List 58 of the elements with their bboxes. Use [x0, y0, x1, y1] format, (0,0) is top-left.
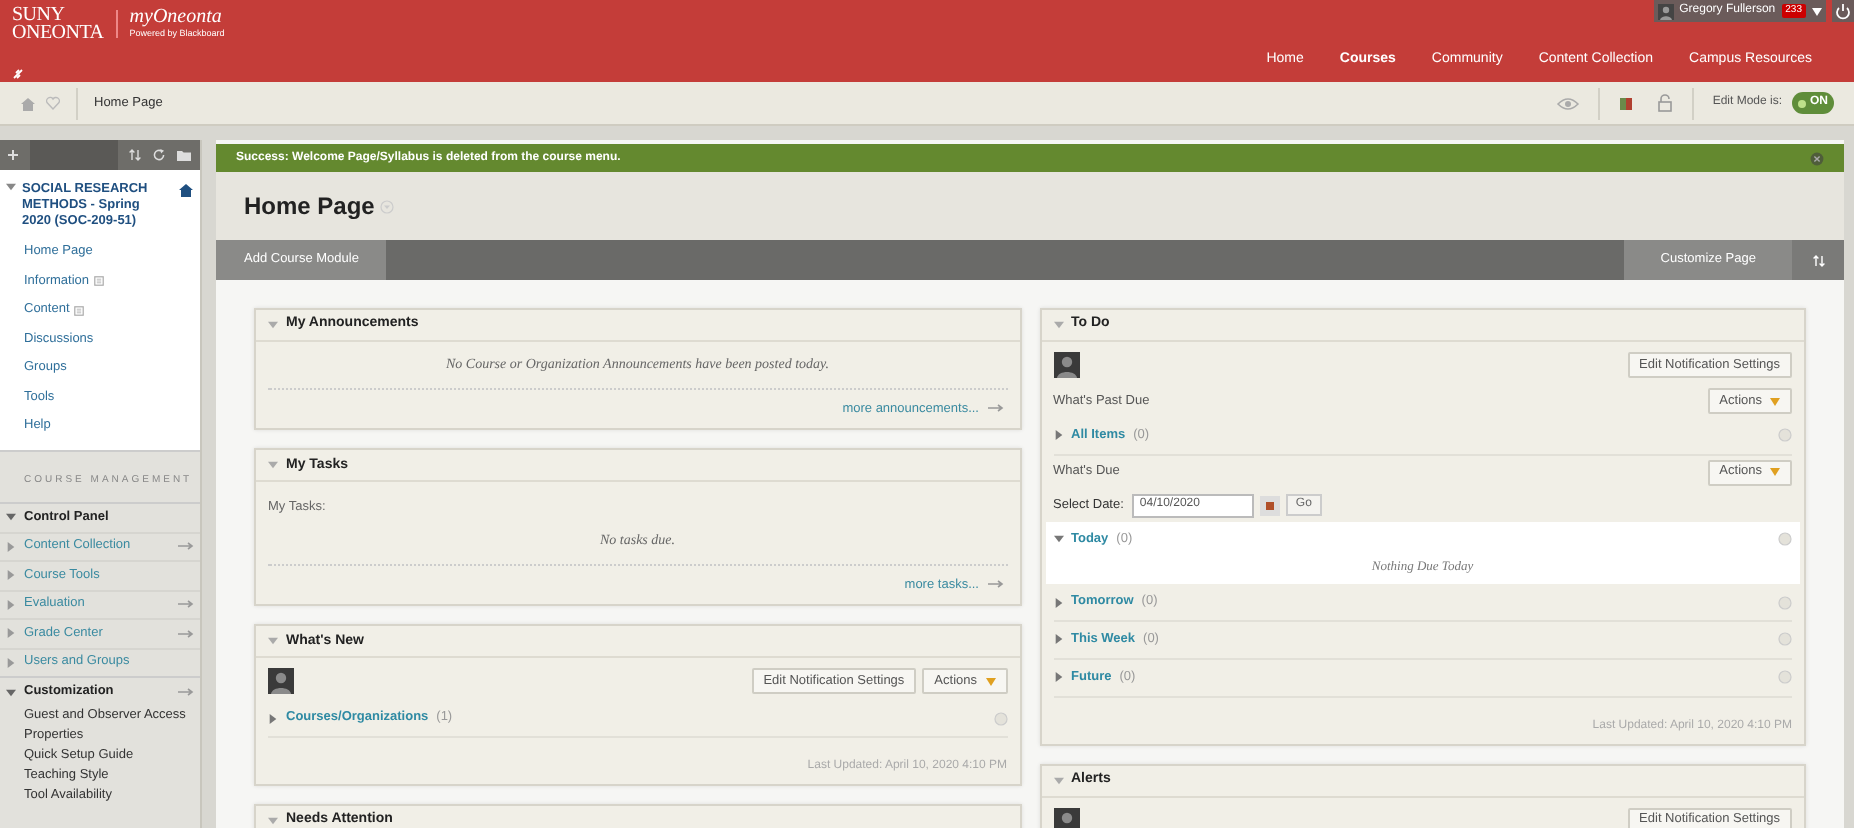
caret-icon[interactable]: [1053, 430, 1063, 441]
close-icon[interactable]: [1810, 151, 1824, 165]
power-icon[interactable]: [1832, 0, 1854, 22]
add-icon[interactable]: [6, 148, 20, 162]
caret-icon[interactable]: [6, 657, 16, 668]
caret-icon: [1770, 468, 1780, 477]
options-icon[interactable]: [1778, 595, 1792, 610]
arrow-icon: [178, 542, 194, 551]
options-icon[interactable]: [1778, 632, 1792, 647]
caret-icon[interactable]: [268, 320, 278, 330]
caret-icon[interactable]: [1053, 672, 1063, 683]
caret-icon[interactable]: [6, 687, 16, 697]
options-icon[interactable]: [1778, 532, 1792, 547]
caret-icon[interactable]: [6, 628, 16, 639]
caret-icon[interactable]: [1053, 634, 1063, 645]
options-icon[interactable]: [1778, 428, 1792, 443]
avatar-icon: [268, 668, 294, 695]
book-icon[interactable]: [1618, 95, 1635, 111]
options-icon[interactable]: [1778, 670, 1792, 685]
home-icon[interactable]: [178, 182, 194, 198]
caret-icon[interactable]: [268, 460, 278, 471]
menu-filter-field[interactable]: [30, 140, 118, 170]
folder-icon[interactable]: [176, 148, 192, 162]
avatar-icon: [1657, 3, 1674, 19]
refresh-icon[interactable]: [152, 148, 166, 162]
eye-icon[interactable]: [1556, 95, 1581, 111]
caret-icon[interactable]: [268, 636, 278, 647]
hidden-flag-icon: [93, 276, 104, 286]
calendar-icon[interactable]: [1259, 495, 1280, 516]
caret-icon[interactable]: [1053, 320, 1063, 330]
caret-icon[interactable]: [268, 816, 278, 826]
caret-icon[interactable]: [268, 713, 278, 724]
caret-icon: [1770, 397, 1780, 405]
caret-icon[interactable]: [1053, 775, 1063, 785]
caret-icon[interactable]: [6, 599, 16, 610]
arrow-icon: [178, 600, 194, 609]
caret-icon[interactable]: [6, 512, 16, 522]
caret-icon[interactable]: [6, 541, 16, 552]
lock-icon[interactable]: [1656, 94, 1675, 112]
university-logo[interactable]: SUNY ONEONTA: [12, 6, 104, 42]
caret-icon: [985, 677, 995, 686]
arrow-icon: [178, 629, 194, 638]
avatar-icon: [1053, 352, 1079, 378]
caret-icon[interactable]: [6, 182, 16, 192]
caret-icon[interactable]: [1053, 534, 1063, 545]
heart-icon[interactable]: [46, 96, 60, 110]
arrow-icon: [987, 580, 1003, 589]
caret-icon[interactable]: [1053, 597, 1063, 608]
avatar-icon: [1053, 807, 1079, 828]
portal-brand: myOneonta: [129, 8, 224, 28]
hidden-flag-icon: [73, 305, 84, 315]
options-icon[interactable]: [993, 711, 1007, 726]
caret-icon[interactable]: [6, 570, 16, 581]
sort-icon[interactable]: [128, 148, 142, 162]
arrow-icon: [987, 404, 1003, 413]
caret-icon: [1812, 7, 1822, 15]
arrow-icon: [178, 688, 194, 696]
page-title: Home Page: [244, 190, 375, 224]
